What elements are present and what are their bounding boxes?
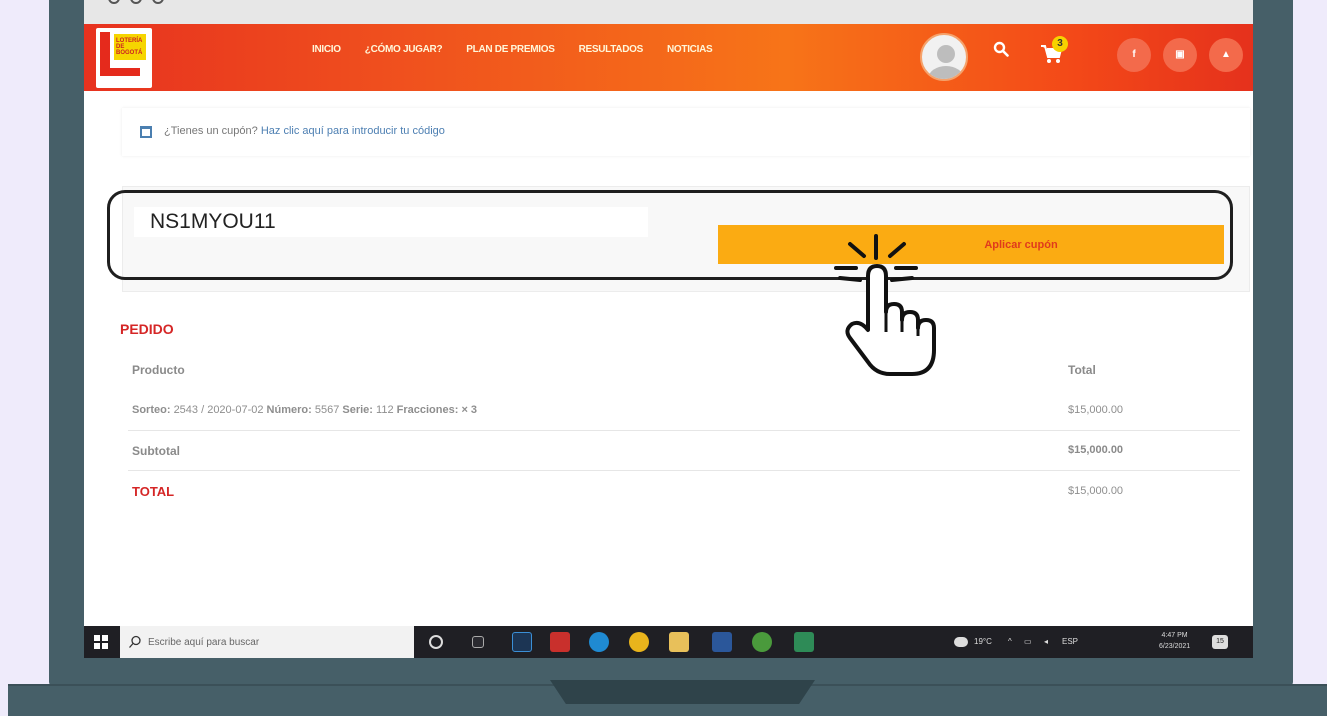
search-icon: [129, 635, 141, 648]
row-divider: [128, 430, 1240, 431]
nav-inicio[interactable]: INICIO: [312, 44, 341, 55]
weather-temp[interactable]: 19°C: [974, 637, 992, 646]
task-view-icon[interactable]: [472, 636, 484, 648]
nav-noticias[interactable]: NOTICIAS: [667, 44, 713, 55]
taskbar-search-placeholder: Escribe aquí para buscar: [148, 637, 260, 648]
browser-chrome: [84, 0, 1253, 24]
photoshop-icon[interactable]: [512, 632, 532, 652]
subtotal-label: Subtotal: [132, 444, 180, 458]
order-title: PEDIDO: [120, 321, 174, 337]
cortana-icon[interactable]: [429, 635, 443, 649]
coupon-highlight-outline: [107, 190, 1233, 280]
youtube-icon[interactable]: ▣: [1163, 38, 1197, 72]
notification-center-icon[interactable]: 15: [1212, 635, 1228, 649]
sorteo-label: Sorteo:: [132, 404, 171, 416]
weather-icon[interactable]: [954, 637, 968, 647]
numero-value: 5567: [314, 404, 340, 416]
phone-app-icon[interactable]: [794, 632, 814, 652]
clock-date: 6/23/2021: [1159, 643, 1191, 650]
total-value: $15,000.00: [1068, 485, 1124, 497]
window-minimize-icon[interactable]: [130, 0, 142, 4]
subtotal-value: $15,000.00: [1068, 444, 1124, 456]
order-item-price: $15,000.00: [1068, 404, 1124, 416]
logo-mark: LOTERÍA DE BOGOTÁ: [114, 34, 146, 60]
nav-como-jugar[interactable]: ¿CÓMO JUGAR?: [365, 44, 443, 55]
serie-value: 112: [376, 404, 394, 416]
serie-label: Serie:: [342, 404, 373, 416]
window-close-icon[interactable]: [108, 0, 120, 4]
order-item: Sorteo: 2543 / 2020-07-02 Número: 5567 S…: [132, 404, 477, 416]
brand-logo[interactable]: LOTERÍA DE BOGOTÁ: [96, 28, 152, 88]
network-icon[interactable]: ▭: [1024, 637, 1032, 646]
windows-start-icon[interactable]: [94, 635, 108, 649]
window-controls: [108, 0, 164, 4]
chevron-up-icon[interactable]: ^: [1008, 637, 1012, 646]
search-icon[interactable]: [993, 41, 1009, 57]
site-header: LOTERÍA DE BOGOTÁ INICIO ¿CÓMO JUGAR? PL…: [84, 24, 1253, 91]
taskbar-clock[interactable]: 4:47 PM 6/23/2021: [1159, 630, 1190, 652]
window-maximize-icon[interactable]: [152, 0, 164, 4]
fracciones-value: × 3: [461, 404, 478, 416]
avatar[interactable]: [920, 33, 968, 81]
word-icon[interactable]: [712, 632, 732, 652]
facebook-icon[interactable]: f: [1117, 38, 1151, 72]
nav-plan-de-premios[interactable]: PLAN DE PREMIOS: [466, 44, 555, 55]
screen: LOTERÍA DE BOGOTÁ INICIO ¿CÓMO JUGAR? PL…: [84, 0, 1253, 658]
windows-taskbar: Escribe aquí para buscar 19°C ^ ▭ ◂ ESP …: [84, 626, 1253, 658]
sorteo-value: 2543 / 2020-07-02: [173, 404, 264, 416]
avatar-body: [928, 66, 964, 79]
total-column-header: Total: [1068, 363, 1096, 377]
product-column-header: Producto: [132, 363, 185, 377]
pointer-hand-icon: [834, 234, 936, 376]
edge-icon[interactable]: [589, 632, 609, 652]
social-icon[interactable]: ▲: [1209, 38, 1243, 72]
row-divider: [128, 470, 1240, 471]
chrome-alt-icon[interactable]: [752, 632, 772, 652]
chrome-icon[interactable]: [629, 632, 649, 652]
coupon-notice: ¿Tienes un cupón? Haz clic aquí para int…: [122, 108, 1250, 156]
avatar-head: [937, 45, 955, 63]
cart-count-badge: 3: [1052, 36, 1068, 52]
logo-bar-bottom: [100, 68, 140, 76]
laptop-notch: [550, 680, 815, 704]
file-explorer-icon[interactable]: [669, 632, 689, 652]
nav-resultados[interactable]: RESULTADOS: [579, 44, 644, 55]
numero-label: Número:: [266, 404, 312, 416]
volume-icon[interactable]: ◂: [1044, 637, 1048, 646]
total-label: TOTAL: [132, 484, 175, 499]
coupon-notice-text: ¿Tienes un cupón? Haz clic aquí para int…: [164, 125, 445, 137]
taskbar-search[interactable]: Escribe aquí para buscar: [120, 626, 414, 658]
fracciones-label: Fracciones:: [396, 404, 459, 416]
main-nav: INICIO ¿CÓMO JUGAR? PLAN DE PREMIOS RESU…: [312, 44, 713, 55]
acrobat-icon[interactable]: [550, 632, 570, 652]
language-indicator[interactable]: ESP: [1062, 637, 1078, 646]
coupon-question: ¿Tienes un cupón?: [164, 125, 258, 137]
calendar-icon: [140, 126, 152, 138]
clock-time: 4:47 PM: [1161, 632, 1188, 639]
coupon-link[interactable]: Haz clic aquí para introducir tu código: [261, 125, 445, 137]
